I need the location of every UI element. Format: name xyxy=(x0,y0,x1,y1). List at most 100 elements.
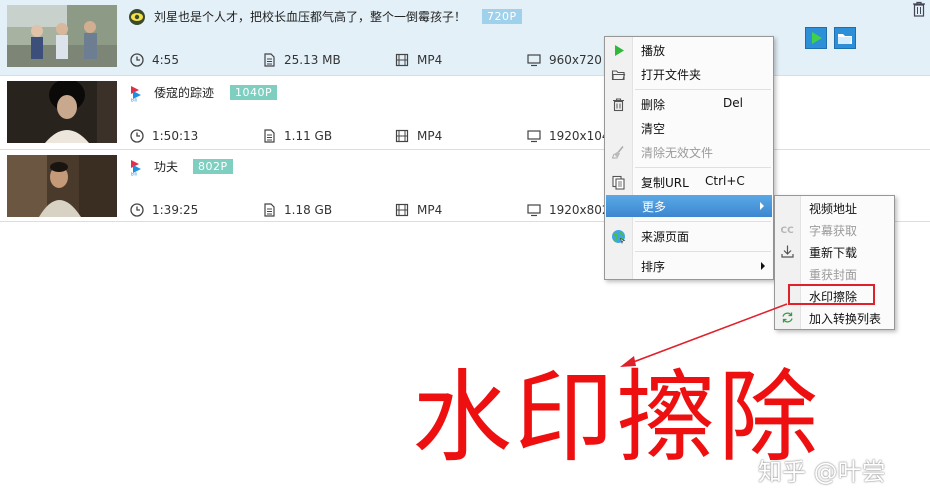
svg-text:CC: CC xyxy=(781,226,795,236)
menu-label: 复制URL xyxy=(641,176,689,190)
duration-text: 1:39:25 xyxy=(152,203,199,217)
broom-icon xyxy=(611,145,626,160)
duration-text: 4:55 xyxy=(152,53,179,67)
file-format: MP4 xyxy=(395,52,442,68)
menu-separator xyxy=(635,221,771,222)
play-icon xyxy=(611,43,626,58)
duration: 1:39:25 xyxy=(130,202,198,218)
menu-label: 重新下载 xyxy=(809,246,858,260)
trash-icon xyxy=(611,97,626,112)
file-size: 1.18 GB xyxy=(262,202,332,218)
submenu-item-subtitle-fetch[interactable]: CC 字幕获取 xyxy=(775,218,894,240)
submenu-arrow-icon xyxy=(760,202,764,210)
menu-label: 加入转换列表 xyxy=(809,312,882,326)
clock-icon xyxy=(130,203,144,217)
video-thumbnail[interactable] xyxy=(7,5,117,67)
menu-item-clear-invalid[interactable]: 清除无效文件 xyxy=(605,141,773,163)
video-title: 功夫 xyxy=(154,160,179,174)
zhihu-watermark: 知乎 @叶尝 xyxy=(758,458,886,486)
monitor-icon xyxy=(527,129,541,143)
menu-label: 视频地址 xyxy=(809,202,858,216)
svg-text:bili: bili xyxy=(131,98,137,103)
menu-shortcut: Ctrl+C xyxy=(705,174,745,188)
submenu-item-refetch-cover[interactable]: 重获封面 xyxy=(775,262,894,284)
menu-label: 更多 xyxy=(642,200,667,214)
video-title: 刘星也是个人才，把校长血压都气高了，整个一倒霉孩子！ xyxy=(154,10,467,24)
refresh-icon xyxy=(780,310,795,325)
video-thumbnail[interactable] xyxy=(7,155,117,217)
menu-label: 字幕获取 xyxy=(809,224,858,238)
menu-label: 播放 xyxy=(641,44,666,58)
file-format: MP4 xyxy=(395,202,442,218)
menu-item-delete[interactable]: 删除 Del xyxy=(605,93,773,115)
submenu-item-add-to-convert[interactable]: 加入转换列表 xyxy=(775,306,894,328)
monitor-icon xyxy=(527,53,541,67)
format-text: MP4 xyxy=(417,129,443,143)
video-row-2[interactable]: bili 倭寇的踪迹 1040P 1:50:13 1.11 GB MP4 192… xyxy=(0,76,930,150)
resolution-badge: 1040P xyxy=(230,85,278,100)
document-icon xyxy=(262,53,276,67)
submenu-item-redownload[interactable]: 重新下载 xyxy=(775,240,894,262)
menu-shortcut: Del xyxy=(723,96,743,110)
clock-icon xyxy=(130,53,144,67)
context-menu: 播放 打开文件夹 删除 Del 清空 清除无效文件 复制URL Ctrl+C 更… xyxy=(604,36,774,280)
copy-icon xyxy=(611,175,626,190)
film-icon xyxy=(395,203,409,217)
document-icon xyxy=(262,203,276,217)
resolution-badge: 720P xyxy=(482,9,522,24)
document-icon xyxy=(262,129,276,143)
menu-item-sort[interactable]: 排序 xyxy=(605,255,773,277)
menu-label: 重获封面 xyxy=(809,268,858,282)
open-folder-button[interactable] xyxy=(834,27,856,49)
menu-label: 来源页面 xyxy=(641,230,690,244)
video-row-1[interactable]: 刘星也是个人才，把校长血压都气高了，整个一倒霉孩子！ 720P 4:55 25.… xyxy=(0,0,930,76)
duration: 1:50:13 xyxy=(130,128,198,144)
video-resolution: 1920x802 xyxy=(527,202,610,218)
menu-separator xyxy=(635,89,771,90)
film-icon xyxy=(395,129,409,143)
video-thumbnail[interactable] xyxy=(7,81,117,143)
file-format: MP4 xyxy=(395,128,442,144)
bilibili-source-icon: bili xyxy=(128,158,146,177)
menu-item-clear[interactable]: 清空 xyxy=(605,117,773,139)
menu-item-source-page[interactable]: 来源页面 xyxy=(605,225,773,247)
folder-icon xyxy=(611,67,626,82)
clock-icon xyxy=(130,129,144,143)
resolution-badge: 802P xyxy=(193,159,233,174)
format-text: MP4 xyxy=(417,203,443,217)
menu-label: 打开文件夹 xyxy=(641,68,702,82)
menu-item-open-folder[interactable]: 打开文件夹 xyxy=(605,63,773,85)
file-size: 25.13 MB xyxy=(262,52,341,68)
menu-label: 清空 xyxy=(641,122,666,136)
video-title: 倭寇的踪迹 xyxy=(154,86,215,100)
menu-item-copy-url[interactable]: 复制URL Ctrl+C xyxy=(605,171,773,193)
delete-icon[interactable] xyxy=(912,1,926,17)
submenu-item-video-address[interactable]: 视频地址 xyxy=(775,196,894,218)
film-icon xyxy=(395,53,409,67)
play-button[interactable] xyxy=(805,27,827,49)
size-text: 1.11 GB xyxy=(284,129,333,143)
download-icon xyxy=(780,244,795,259)
menu-item-more[interactable]: 更多 xyxy=(606,195,772,217)
size-text: 1.18 GB xyxy=(284,203,333,217)
menu-separator xyxy=(635,251,771,252)
menu-item-play[interactable]: 播放 xyxy=(605,39,773,61)
svg-text:bili: bili xyxy=(131,172,137,177)
resolution-text: 960x720 xyxy=(549,53,602,67)
bilibili-source-icon: bili xyxy=(128,84,146,103)
eye-source-icon xyxy=(128,8,146,26)
resolution-text: 1920x802 xyxy=(549,203,610,217)
video-resolution: 960x720 xyxy=(527,52,602,68)
size-text: 25.13 MB xyxy=(284,53,341,67)
menu-label: 排序 xyxy=(641,260,666,274)
duration-text: 1:50:13 xyxy=(152,129,199,143)
globe-icon xyxy=(611,229,626,245)
submenu-arrow-icon xyxy=(761,262,765,270)
more-submenu: 视频地址 CC 字幕获取 重新下载 重获封面 水印擦除 加入转换列表 xyxy=(774,195,895,330)
monitor-icon xyxy=(527,203,541,217)
menu-separator xyxy=(635,167,771,168)
format-text: MP4 xyxy=(417,53,443,67)
duration: 4:55 xyxy=(130,52,179,68)
menu-label: 清除无效文件 xyxy=(641,146,714,160)
highlight-box xyxy=(788,284,875,305)
